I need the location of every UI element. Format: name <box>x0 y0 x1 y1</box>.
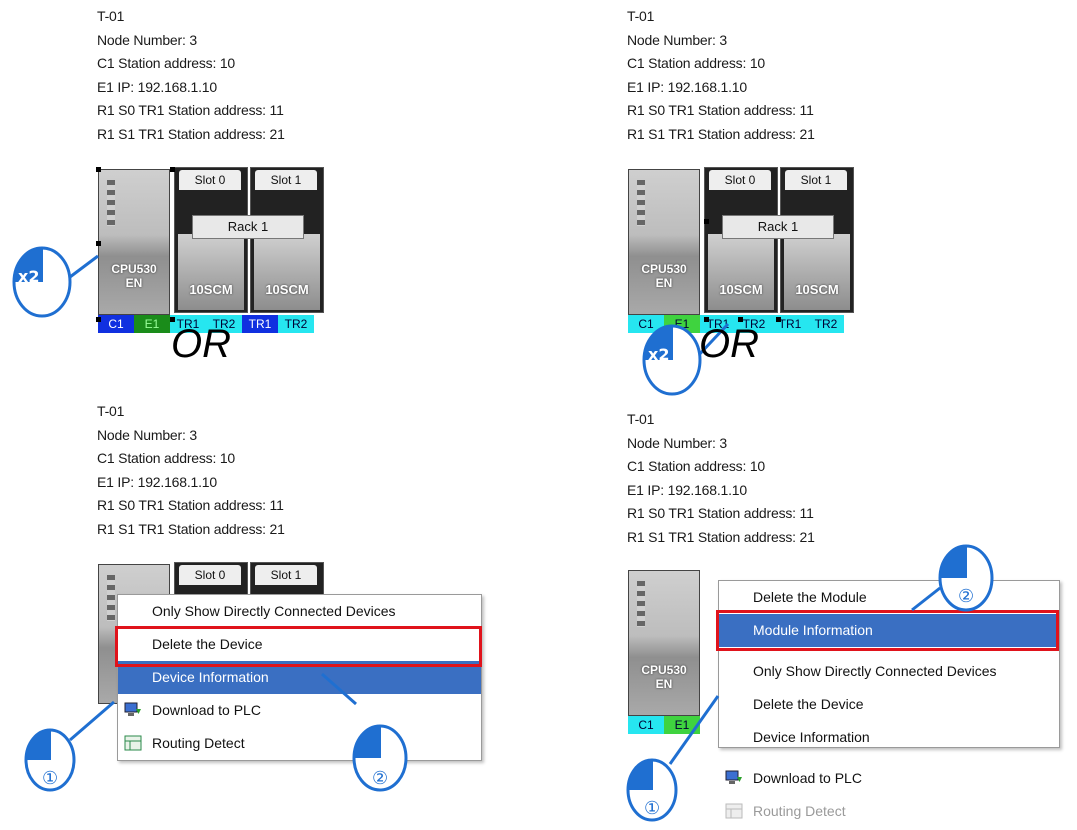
c1-station-address: C1 Station address: 10 <box>627 55 766 71</box>
mouse-click-step1-icon: ① <box>24 700 115 792</box>
menu-item-only-show-connected[interactable]: Only Show Directly Connected Devices <box>118 595 481 628</box>
cpu-label: CPU530 EN <box>641 663 687 691</box>
device-info-text: T-01 Node Number: 3 C1 Station address: … <box>97 400 285 541</box>
r1-s1-tr1-address: R1 S1 TR1 Station address: 21 <box>97 125 285 142</box>
menu-item-device-information[interactable]: Device Information <box>719 721 1059 754</box>
step-2-badge: ② <box>958 586 974 607</box>
c1-station-address: C1 Station address: 10 <box>97 450 236 466</box>
c1-station-address: C1 Station address: 10 <box>97 55 236 71</box>
plc-device-graphic[interactable]: CPU530 EN Slot 0 10SCM Slot 1 10SCM Rack … <box>626 167 858 335</box>
port-e1[interactable]: E1 <box>134 315 170 333</box>
led-indicators <box>107 180 115 226</box>
double-click-badge: x2 <box>18 267 39 286</box>
e1-ip: E1 IP: 192.168.1.10 <box>97 473 217 490</box>
module-label: 10SCM <box>189 282 233 297</box>
device-name: T-01 <box>627 8 655 24</box>
device-info-text: T-01 Node Number: 3 C1 Station address: … <box>627 5 815 146</box>
e1-ip: E1 IP: 192.168.1.10 <box>627 481 747 498</box>
device-info-text: T-01 Node Number: 3 C1 Station address: … <box>97 5 285 146</box>
mouse-click-step2-icon: ② <box>911 544 994 612</box>
menu-item-routing-detect-disabled: Routing Detect <box>719 795 1059 828</box>
led-indicators <box>637 581 645 627</box>
slot-1-label: Slot 1 <box>255 170 317 190</box>
menu-item-label: Download to PLC <box>753 770 862 786</box>
node-number: Node Number: 3 <box>627 31 727 48</box>
node-number: Node Number: 3 <box>97 426 197 443</box>
step-1-badge: ① <box>644 798 660 819</box>
cpu-label: CPU530 EN <box>111 262 157 290</box>
menu-item-label: Routing Detect <box>753 803 846 819</box>
port-tr1[interactable]: TR1 <box>242 315 278 333</box>
slot-0-label: Slot 0 <box>179 565 241 585</box>
device-info-text: T-01 Node Number: 3 C1 Station address: … <box>627 408 815 549</box>
r1-s0-tr1-address: R1 S0 TR1 Station address: 11 <box>97 497 284 513</box>
menu-separator <box>719 754 1059 762</box>
slot-1[interactable]: Slot 1 10SCM <box>780 167 854 313</box>
mouse-click-step1-icon: ① <box>626 695 720 822</box>
slot-0-label: Slot 0 <box>709 170 771 190</box>
selection-handle <box>776 317 781 322</box>
slot-0[interactable]: Slot 0 10SCM <box>174 167 248 313</box>
device-name: T-01 <box>627 411 655 427</box>
r1-s0-tr1-address: R1 S0 TR1 Station address: 11 <box>97 102 284 118</box>
module-body[interactable]: 10SCM <box>708 234 774 310</box>
mouse-double-click-icon: x2 <box>12 246 99 318</box>
menu-separator <box>719 647 1059 655</box>
menu-item-download-to-plc[interactable]: Download to PLC <box>719 762 1059 795</box>
slot-0[interactable]: Slot 0 10SCM <box>704 167 778 313</box>
step-2-badge: ② <box>372 768 388 789</box>
r1-s1-tr1-address: R1 S1 TR1 Station address: 21 <box>627 528 815 545</box>
menu-item-delete-device[interactable]: Delete the Device <box>719 688 1059 721</box>
led-indicators <box>107 575 115 621</box>
module-label: 10SCM <box>719 282 763 297</box>
node-number: Node Number: 3 <box>97 31 197 48</box>
r1-s1-tr1-address: R1 S1 TR1 Station address: 21 <box>627 125 815 142</box>
e1-ip: E1 IP: 192.168.1.10 <box>627 78 747 95</box>
step-1-badge: ① <box>42 768 58 789</box>
slot-1-label: Slot 1 <box>255 565 317 585</box>
slot-1-label: Slot 1 <box>785 170 847 190</box>
slot-0-label: Slot 0 <box>179 170 241 190</box>
plc-device-graphic[interactable]: CPU530 EN Slot 0 10SCM Slot 1 10SCM Rack … <box>96 167 328 335</box>
or-label: OR <box>171 322 231 366</box>
cpu-label: CPU530 EN <box>641 262 687 290</box>
rack-label: Rack 1 <box>192 215 304 239</box>
r1-s1-tr1-address: R1 S1 TR1 Station address: 21 <box>97 520 285 537</box>
selection-handle <box>170 167 175 172</box>
port-tr2[interactable]: TR2 <box>278 315 314 333</box>
menu-item-only-show-connected[interactable]: Only Show Directly Connected Devices <box>719 655 1059 688</box>
c1-station-address: C1 Station address: 10 <box>627 458 766 474</box>
port-tr2[interactable]: TR2 <box>808 315 844 333</box>
menu-item-delete-device[interactable]: Delete the Device <box>118 628 481 661</box>
device-name: T-01 <box>97 8 125 24</box>
menu-item-label: Download to PLC <box>152 702 261 718</box>
device-name: T-01 <box>97 403 125 419</box>
module-label: 10SCM <box>795 282 839 297</box>
module-body[interactable]: 10SCM <box>784 234 850 310</box>
module-body[interactable]: 10SCM <box>254 234 320 310</box>
or-label: OR <box>699 322 759 366</box>
mouse-click-step2-icon: ② <box>321 672 408 792</box>
led-indicators <box>637 180 645 226</box>
rack-label: Rack 1 <box>722 215 834 239</box>
e1-ip: E1 IP: 192.168.1.10 <box>97 78 217 95</box>
menu-item-label: Routing Detect <box>152 735 245 751</box>
cpu-module[interactable]: CPU530 EN <box>98 169 170 315</box>
module-body[interactable]: 10SCM <box>178 234 244 310</box>
slot-1[interactable]: Slot 1 10SCM <box>250 167 324 313</box>
cpu-module[interactable]: CPU530 EN <box>628 169 700 315</box>
node-number: Node Number: 3 <box>627 434 727 451</box>
r1-s0-tr1-address: R1 S0 TR1 Station address: 11 <box>627 505 814 521</box>
module-label: 10SCM <box>265 282 309 297</box>
selection-handle <box>704 219 709 224</box>
r1-s0-tr1-address: R1 S0 TR1 Station address: 11 <box>627 102 814 118</box>
selection-handle <box>96 167 101 172</box>
double-click-badge: x2 <box>648 345 669 364</box>
